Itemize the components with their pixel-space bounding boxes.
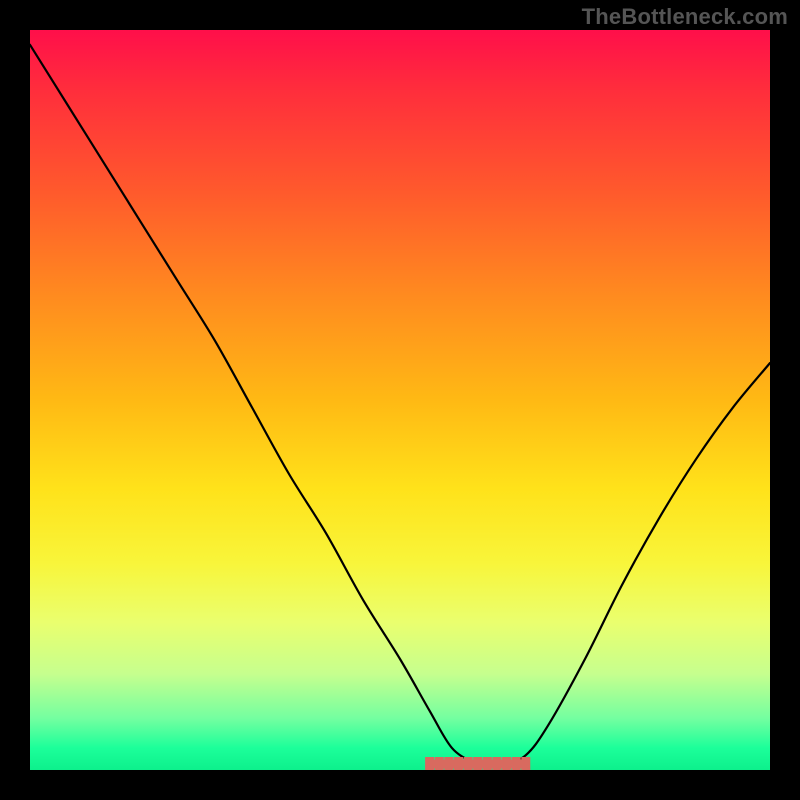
watermark-text: TheBottleneck.com <box>582 4 788 30</box>
plot-area <box>30 30 770 770</box>
optimal-zone-marks <box>426 757 530 770</box>
bottleneck-curve-path <box>30 45 770 767</box>
curve-svg <box>30 30 770 770</box>
chart-frame: TheBottleneck.com <box>0 0 800 800</box>
